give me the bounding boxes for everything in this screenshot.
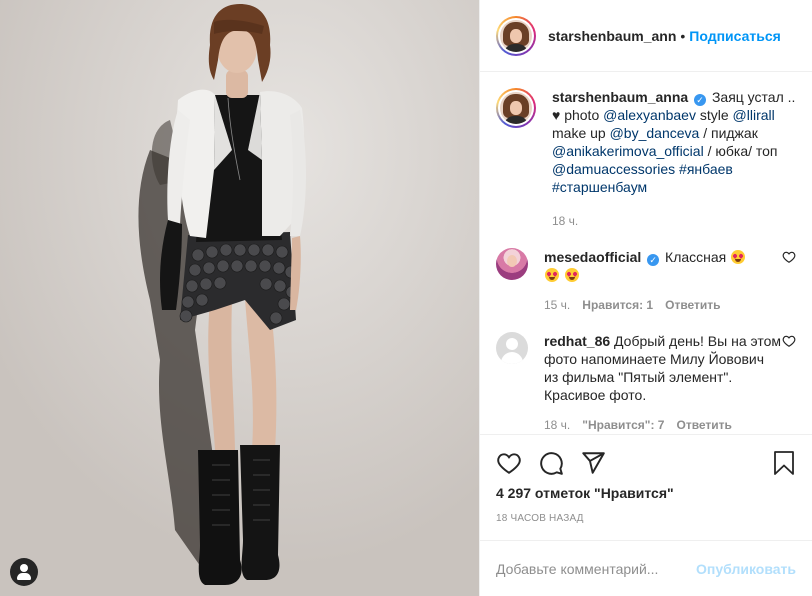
hashtag-link[interactable]: #старшенбаум	[552, 179, 647, 195]
comment-likes[interactable]: Нравится: 1	[582, 296, 653, 314]
post-side-panel: starshenbaum_ann • Подписаться starshenb…	[479, 0, 812, 596]
post-dialog: starshenbaum_ann • Подписаться starshenb…	[0, 0, 812, 596]
post-actions: 4 297 отметок "Нравится" 18 ЧАСОВ НАЗАД	[480, 434, 812, 540]
caption-jacket-label: / пиджак	[703, 125, 758, 141]
photo-illustration	[0, 0, 479, 596]
mention-link[interactable]: @damuaccessories	[552, 161, 675, 177]
publish-button[interactable]: Опубликовать	[696, 561, 796, 577]
caption-author[interactable]: starshenbaum_anna	[552, 89, 688, 105]
post-age[interactable]: 18 ЧАСОВ НАЗАД	[496, 513, 796, 524]
comment-likes[interactable]: "Нравится": 7	[582, 416, 664, 434]
caption: starshenbaum_anna ✓ Заяц устал .. ♥ phot…	[496, 88, 796, 230]
mention-link[interactable]: @anikakerimova_official	[552, 143, 704, 159]
comment-like-heart-icon[interactable]	[782, 334, 796, 348]
commenter-avatar[interactable]	[496, 248, 528, 280]
mention-link[interactable]: @by_danceva	[610, 125, 700, 141]
caption-avatar[interactable]	[496, 88, 536, 128]
author-username[interactable]: starshenbaum_ann	[548, 28, 676, 44]
comment-meta: 15 ч. Нравится: 1 Ответить	[544, 296, 782, 314]
comment-body: redhat_86 Добрый день! Вы на этом фото н…	[544, 332, 782, 434]
heart-eyes-emoji	[545, 268, 559, 282]
comment-time[interactable]: 15 ч.	[544, 296, 570, 314]
comment-author[interactable]: redhat_86	[544, 333, 610, 349]
caption-photo-label: photo	[564, 107, 600, 123]
reply-button[interactable]: Ответить	[676, 416, 731, 434]
heart-eyes-emoji	[564, 268, 579, 282]
mention-link[interactable]: @alexyanbaev	[603, 107, 696, 123]
heart-icon[interactable]	[496, 450, 522, 476]
comment-icon[interactable]	[538, 450, 564, 476]
comment-text: Классная	[665, 249, 727, 265]
comment-like-heart-icon[interactable]	[782, 250, 796, 264]
caption-style-label: style	[699, 107, 729, 123]
post-header: starshenbaum_ann • Подписаться	[480, 0, 812, 72]
user-tag-icon[interactable]	[10, 558, 38, 586]
share-icon[interactable]	[580, 450, 606, 476]
likes-count[interactable]: 4 297 отметок "Нравится"	[496, 485, 796, 501]
verified-icon: ✓	[647, 254, 660, 266]
post-photo[interactable]	[0, 0, 479, 596]
verified-icon: ✓	[694, 94, 707, 106]
caption-text: starshenbaum_anna ✓ Заяц устал .. ♥ phot…	[552, 88, 796, 230]
caption-line-1: Заяц устал ..	[711, 89, 796, 105]
separator-dot: •	[680, 27, 686, 44]
comment-meta: 18 ч. "Нравится": 7 Ответить	[544, 416, 782, 434]
follow-button[interactable]: Подписаться	[689, 28, 781, 44]
action-icons	[496, 443, 796, 483]
black-heart-icon: ♥	[552, 107, 561, 123]
avatar	[500, 92, 532, 124]
caption-time[interactable]: 18 ч.	[552, 212, 796, 230]
comment-composer: Опубликовать	[480, 540, 812, 596]
mention-link[interactable]: @llirall	[733, 107, 775, 123]
heart-eyes-emoji	[731, 250, 746, 264]
avatar-story-ring[interactable]	[496, 15, 536, 56]
comment-item: mesedaofficial ✓ Классная 15 ч. Нравится…	[496, 248, 796, 314]
commenter-avatar[interactable]	[496, 332, 528, 364]
comment-input[interactable]	[496, 560, 697, 577]
comment-author[interactable]: mesedaofficial	[544, 249, 641, 265]
caption-makeup-label: make up	[552, 125, 606, 141]
comment-item: redhat_86 Добрый день! Вы на этом фото н…	[496, 332, 796, 434]
bookmark-icon[interactable]	[772, 450, 796, 476]
hashtag-link[interactable]: #янбаев	[679, 161, 733, 177]
comment-time[interactable]: 18 ч.	[544, 416, 570, 434]
reply-button[interactable]: Ответить	[665, 296, 720, 314]
comment-body: mesedaofficial ✓ Классная 15 ч. Нравится…	[544, 248, 782, 314]
caption-skirt-label: / юбка/ топ	[707, 143, 778, 159]
avatar	[500, 19, 532, 52]
comments-area[interactable]: starshenbaum_anna ✓ Заяц устал .. ♥ phot…	[480, 72, 812, 434]
